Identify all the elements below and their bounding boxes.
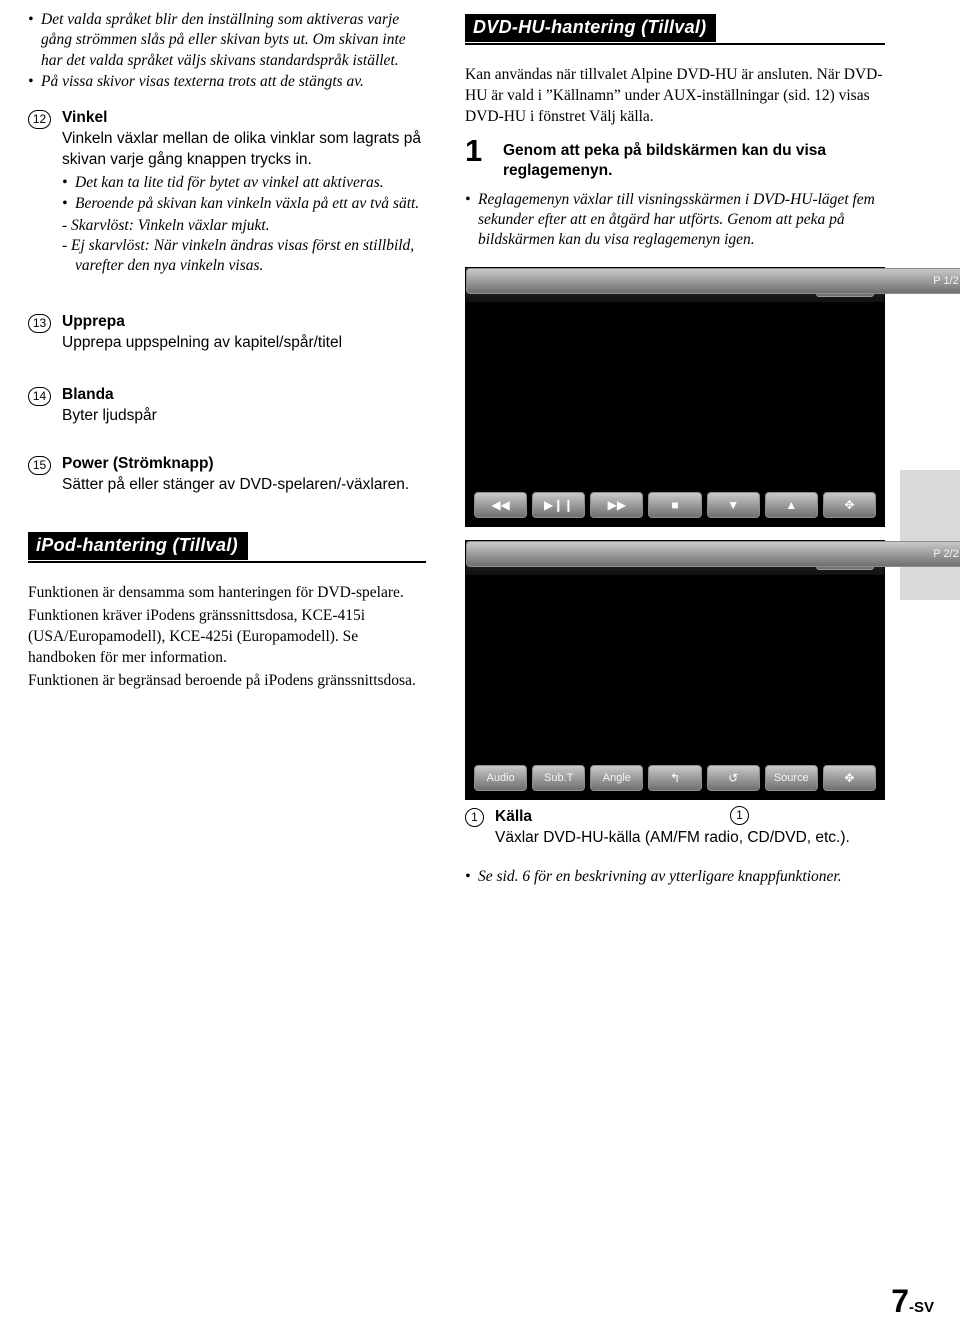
ipod-paragraph: Funktionen kräver iPodens gränssnittsdos… (28, 606, 366, 666)
item-body: Byter ljudspår (62, 406, 157, 424)
item-title: Upprepa (62, 312, 125, 330)
stop-button[interactable]: ■ (648, 491, 702, 518)
item-upprepa: 13 Upprepa Upprepa uppspelning av kapite… (28, 313, 428, 354)
item-bullet-list: • Det kan ta lite tid för bytet av vinke… (62, 173, 428, 215)
bullet-icon: • (465, 867, 471, 885)
item-title: Blanda (62, 385, 114, 403)
callout-marker-row: 1 1 Källa (465, 805, 885, 828)
up-button[interactable]: ▲ (764, 491, 818, 518)
left-column: • Det valda språket blir den inställning… (28, 10, 428, 691)
source-button[interactable]: Source (764, 764, 818, 791)
callout-note-list: • Se sid. 6 för en beskrivning av ytterl… (465, 867, 885, 887)
callout-marker-right: 1 (730, 805, 749, 825)
item-marker: 13 (28, 313, 51, 333)
list-item: • Se sid. 6 för en beskrivning av ytterl… (465, 867, 885, 887)
audio-button[interactable]: Audio (474, 764, 528, 791)
item-dash-text: - Skarvlöst: Vinkeln växlar mjukt. (62, 216, 270, 234)
step-number: 1 (465, 133, 483, 169)
callout-body: Växlar DVD-HU-källa (AM/FM radio, CD/DVD… (495, 828, 850, 846)
callout-title: Källa (495, 807, 533, 825)
callout-note-text: Se sid. 6 för en beskrivning av ytterlig… (478, 867, 842, 885)
list-item: • Det kan ta lite tid för bytet av vinke… (62, 173, 428, 193)
page-number-suffix: -SV (908, 1299, 934, 1316)
dvdhu-intro-text: Kan användas när tillvalet Alpine DVD-HU… (465, 66, 883, 126)
item-bullet-text: Beroende på skivan kan vinkeln växla på … (75, 195, 420, 213)
bullet-icon: • (62, 195, 68, 213)
item-title: Vinkel (62, 108, 108, 126)
angle-button[interactable]: Angle (590, 764, 644, 791)
bullet-icon: • (62, 173, 68, 191)
item-power: 15 Power (Strömknapp) Sätter på eller st… (28, 455, 428, 496)
list-item: • Det valda språket blir den inställning… (28, 10, 428, 71)
item-bullet-text: Det kan ta lite tid för bytet av vinkel … (75, 173, 384, 191)
intro-bullet-text: På vissa skivor visas texterna trots att… (41, 73, 364, 91)
right-column: DVD-HU-hantering (Tillval) Kan användas … (465, 10, 960, 888)
next-track-button[interactable]: ▶▶ (590, 491, 644, 518)
play-pause-button[interactable]: ▶❙❙ (532, 491, 586, 518)
intro-bullet-list: • Det valda språket blir den inställning… (28, 10, 428, 93)
item-dash-text: - Ej skarvlöst: När vinkeln ändras visas… (62, 237, 415, 275)
heading-rule (28, 560, 426, 563)
page-indicator-button[interactable]: P 1/2 (466, 267, 960, 294)
prev-track-button[interactable]: ◀◀ (474, 491, 528, 518)
ipod-paragraph: Funktionen är begränsad beroende på iPod… (28, 672, 416, 689)
ipod-heading-label: iPod-hantering (Tillval) (28, 531, 248, 560)
video-display-area[interactable] (466, 575, 884, 759)
item-marker: 12 (28, 109, 51, 129)
item-marker: 15 (28, 455, 51, 475)
item-blanda: 14 Blanda Byter ljudspår (28, 386, 428, 427)
bullet-icon: • (28, 11, 34, 28)
item-title: Power (Strömknapp) (62, 454, 214, 472)
document-page: • Det valda språket blir den inställning… (0, 0, 960, 1342)
page-number-value: 7 (891, 1283, 909, 1319)
step-bullet-text: Reglagemenyn växlar till visningsskärmen… (478, 190, 875, 249)
control-menu-row-1: ◀◀ ▶❙❙ ▶▶ ■ ▼ ▲ ✥ P 1/2 (466, 267, 960, 526)
step-bullet-list: • Reglagemenyn växlar till visningsskärm… (465, 190, 885, 251)
item-body: Sätter på eller stänger av DVD-spelaren/… (62, 475, 410, 493)
dvdhu-screen-page2: DVD-HU Wide Audio Sub.T Angle ↰ ↺ Source… (465, 539, 960, 800)
return-button[interactable]: ↰ (648, 764, 702, 791)
repeat-button[interactable]: ↺ (706, 764, 760, 791)
ipod-section-heading: iPod-hantering (Tillval) (28, 531, 426, 563)
intro-bullet-text: Det valda språket blir den inställning s… (41, 11, 406, 69)
ipod-paragraphs: Funktionen är densamma som hanteringen f… (28, 582, 428, 691)
item-body: Vinkeln växlar mellan de olika vinklar s… (62, 129, 421, 168)
video-display-area[interactable] (466, 302, 884, 486)
subtitle-button[interactable]: Sub.T (532, 764, 586, 791)
item-vinkel: 12 Vinkel Vinkeln växlar mellan de olika… (28, 109, 428, 277)
item-body: Upprepa uppspelning av kapitel/spår/tite… (62, 333, 343, 351)
move-button[interactable]: ✥ (822, 764, 876, 791)
callout-marker-left: 1 (465, 807, 484, 827)
item-marker: 14 (28, 386, 51, 406)
page-indicator-button[interactable]: P 2/2 (466, 540, 960, 567)
control-menu-row-2: Audio Sub.T Angle ↰ ↺ Source ✥ P 2/2 (466, 540, 960, 799)
down-button[interactable]: ▼ (706, 491, 760, 518)
page-edge-marker (900, 470, 960, 600)
dvdhu-screen-page1: DVD-HU Wide ◀◀ ▶❙❙ ▶▶ ■ ▼ ▲ ✥ P 1/2 (465, 266, 960, 527)
step-1: 1 Genom att peka på bildskärmen kan du v… (465, 135, 885, 181)
step-text: Genom att peka på bildskärmen kan du vis… (503, 142, 827, 180)
list-item: • Beroende på skivan kan vinkeln växla p… (62, 194, 428, 214)
dvdhu-section-heading: DVD-HU-hantering (Tillval) (465, 14, 885, 45)
move-button[interactable]: ✥ (822, 491, 876, 518)
heading-rule (465, 43, 885, 45)
list-item: • Reglagemenyn växlar till visningsskärm… (465, 190, 885, 251)
dvdhu-heading-label: DVD-HU-hantering (Tillval) (465, 14, 717, 42)
page-number: 7-SV (891, 1283, 934, 1320)
ipod-paragraph: Funktionen är densamma som hanteringen f… (28, 583, 404, 601)
list-item: • På vissa skivor visas texterna trots a… (28, 72, 428, 92)
bullet-icon: • (28, 73, 34, 91)
bullet-icon: • (465, 190, 471, 208)
